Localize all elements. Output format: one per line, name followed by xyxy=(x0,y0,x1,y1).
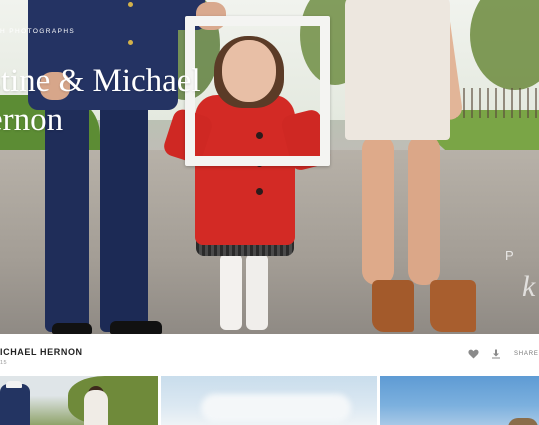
cover-photo: H PHOTOGRAPHS stine & Michael ernon P k xyxy=(0,0,539,334)
gallery-name: ICHAEL HERNON xyxy=(0,347,83,357)
girl-tights xyxy=(246,254,268,330)
uniform-button xyxy=(128,2,133,7)
hat xyxy=(508,418,538,425)
woman-boot xyxy=(430,280,476,332)
gallery-title-line: ernon xyxy=(0,102,64,138)
woman-dress xyxy=(84,390,108,425)
man-uniform xyxy=(0,384,30,425)
download-icon xyxy=(492,349,500,359)
share-button[interactable]: SHARE xyxy=(514,351,539,357)
studio-name: H PHOTOGRAPHS xyxy=(0,28,76,35)
woman-leg xyxy=(362,135,394,285)
gallery-thumbnail[interactable] xyxy=(161,376,377,425)
man-shoe xyxy=(52,323,92,334)
heart-icon xyxy=(467,349,479,359)
gallery-title: stine & Michael ernon xyxy=(0,62,288,140)
gallery-thumbnail[interactable] xyxy=(0,376,158,425)
gallery-title-line: stine & Michael xyxy=(0,63,201,99)
uniform-button xyxy=(128,40,133,45)
photographer-watermark: P xyxy=(505,248,518,263)
woman-leg xyxy=(408,135,440,285)
tree xyxy=(68,376,158,425)
woman-dress xyxy=(345,0,450,140)
gallery-thumbnail[interactable] xyxy=(380,376,539,425)
favorite-button[interactable] xyxy=(466,348,480,360)
signature-watermark: k xyxy=(522,270,536,303)
fence xyxy=(455,88,539,118)
officer-cap xyxy=(6,381,22,388)
coat-button xyxy=(256,188,263,195)
girl-tights xyxy=(220,254,242,330)
man-shoe xyxy=(110,321,162,334)
woman-boot xyxy=(372,280,414,332)
cloud xyxy=(201,394,351,422)
download-button[interactable] xyxy=(489,348,503,360)
gallery-subtitle: 15 xyxy=(0,360,8,366)
